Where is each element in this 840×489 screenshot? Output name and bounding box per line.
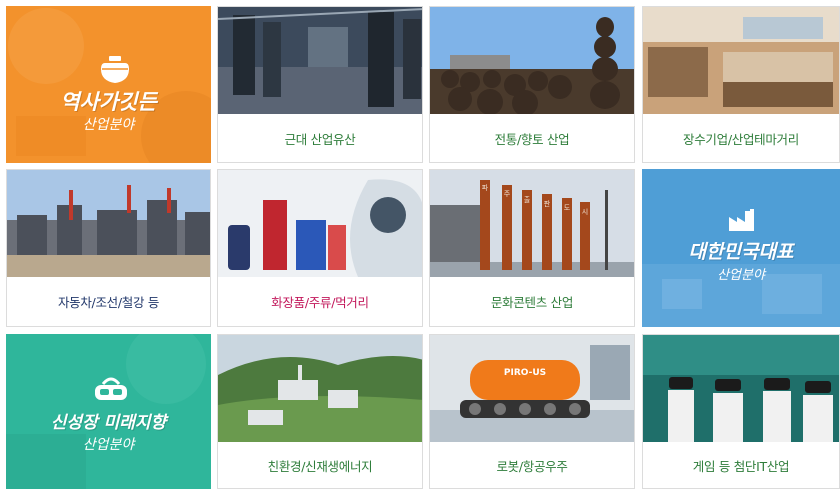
- modern-heritage-photo: [218, 7, 422, 114]
- category-label: 화장품/주류/먹거리: [271, 295, 369, 310]
- feature-subtitle: 산업분야: [82, 117, 135, 133]
- category-card-cultural-content[interactable]: 파 주 출 판 도 시 문화콘텐츠 산업: [429, 169, 635, 327]
- category-label: 장수기업/산업테마거리: [683, 131, 799, 147]
- category-label: 자동차/조선/철강 등: [57, 295, 160, 310]
- paju-publishing-city-photo: 파 주 출 판 도 시: [430, 170, 634, 277]
- sign-character: 주: [504, 190, 511, 198]
- sign-character: 시: [582, 208, 588, 216]
- sign-character: 판: [544, 199, 551, 208]
- sign-character: 도: [564, 204, 571, 212]
- feature-subtitle: 산업분야: [82, 437, 135, 453]
- robot-brand-text: PIRO-US: [504, 368, 546, 378]
- feature-title: 역사가깃든: [60, 89, 157, 114]
- category-card-game-hightech-it[interactable]: 게임 등 첨단IT산업: [642, 334, 840, 489]
- category-card-traditional-industry[interactable]: 전통/향토 산업: [429, 6, 635, 163]
- category-label: 친환경/신재생에너지: [267, 458, 373, 474]
- category-label: 문화콘텐츠 산업: [490, 295, 574, 310]
- category-card-robot-aerospace[interactable]: PIRO-US 로봇/항공우주: [429, 334, 635, 489]
- feature-subtitle: 산업분야: [717, 268, 765, 283]
- category-card-long-lived-companies[interactable]: 장수기업/산업테마거리: [642, 6, 840, 163]
- factory-icon: [729, 209, 757, 231]
- vr-experience-photo: [643, 335, 839, 442]
- feature-title: 신성장 미래지향: [50, 413, 167, 433]
- feature-heritage-tile[interactable]: 역사가깃든 산업분야: [6, 6, 211, 163]
- category-card-auto-shipbuilding-steel[interactable]: 자동차/조선/철강 등: [6, 169, 211, 327]
- traditional-pottery-photo: [430, 7, 634, 114]
- feature-title: 대한민국대표: [688, 241, 794, 263]
- eco-facility-aerial-photo: [218, 335, 422, 442]
- category-card-eco-renewable-energy[interactable]: 친환경/신재생에너지: [217, 334, 423, 489]
- steel-plant-photo: [7, 170, 210, 277]
- sign-character: 출: [524, 195, 531, 204]
- category-card-modern-heritage[interactable]: 근대 산업유산: [217, 6, 423, 163]
- feature-korea-tile[interactable]: 대한민국대표 산업분야: [642, 169, 840, 327]
- vr-headset-icon: [94, 376, 128, 402]
- sign-character: 파: [482, 183, 489, 192]
- cosmetics-display-photo: [218, 170, 422, 277]
- category-label: 로봇/항공우주: [496, 458, 568, 474]
- category-card-cosmetics-liquor-food[interactable]: 화장품/주류/먹거리: [217, 169, 423, 327]
- category-label: 게임 등 첨단IT산업: [692, 458, 790, 474]
- industry-category-grid: 역사가깃든 산업분야 근대 산업유산 전통/향토 산업 장수기업/산업테마거리 …: [0, 0, 840, 489]
- robot-vehicle-photo: PIRO-US: [430, 335, 634, 442]
- museum-interior-photo: [643, 7, 839, 114]
- pot-icon: [99, 56, 131, 86]
- category-label: 근대 산업유산: [284, 131, 356, 147]
- feature-future-tile[interactable]: 신성장 미래지향 산업분야: [6, 334, 211, 489]
- category-label: 전통/향토 산업: [494, 131, 570, 147]
